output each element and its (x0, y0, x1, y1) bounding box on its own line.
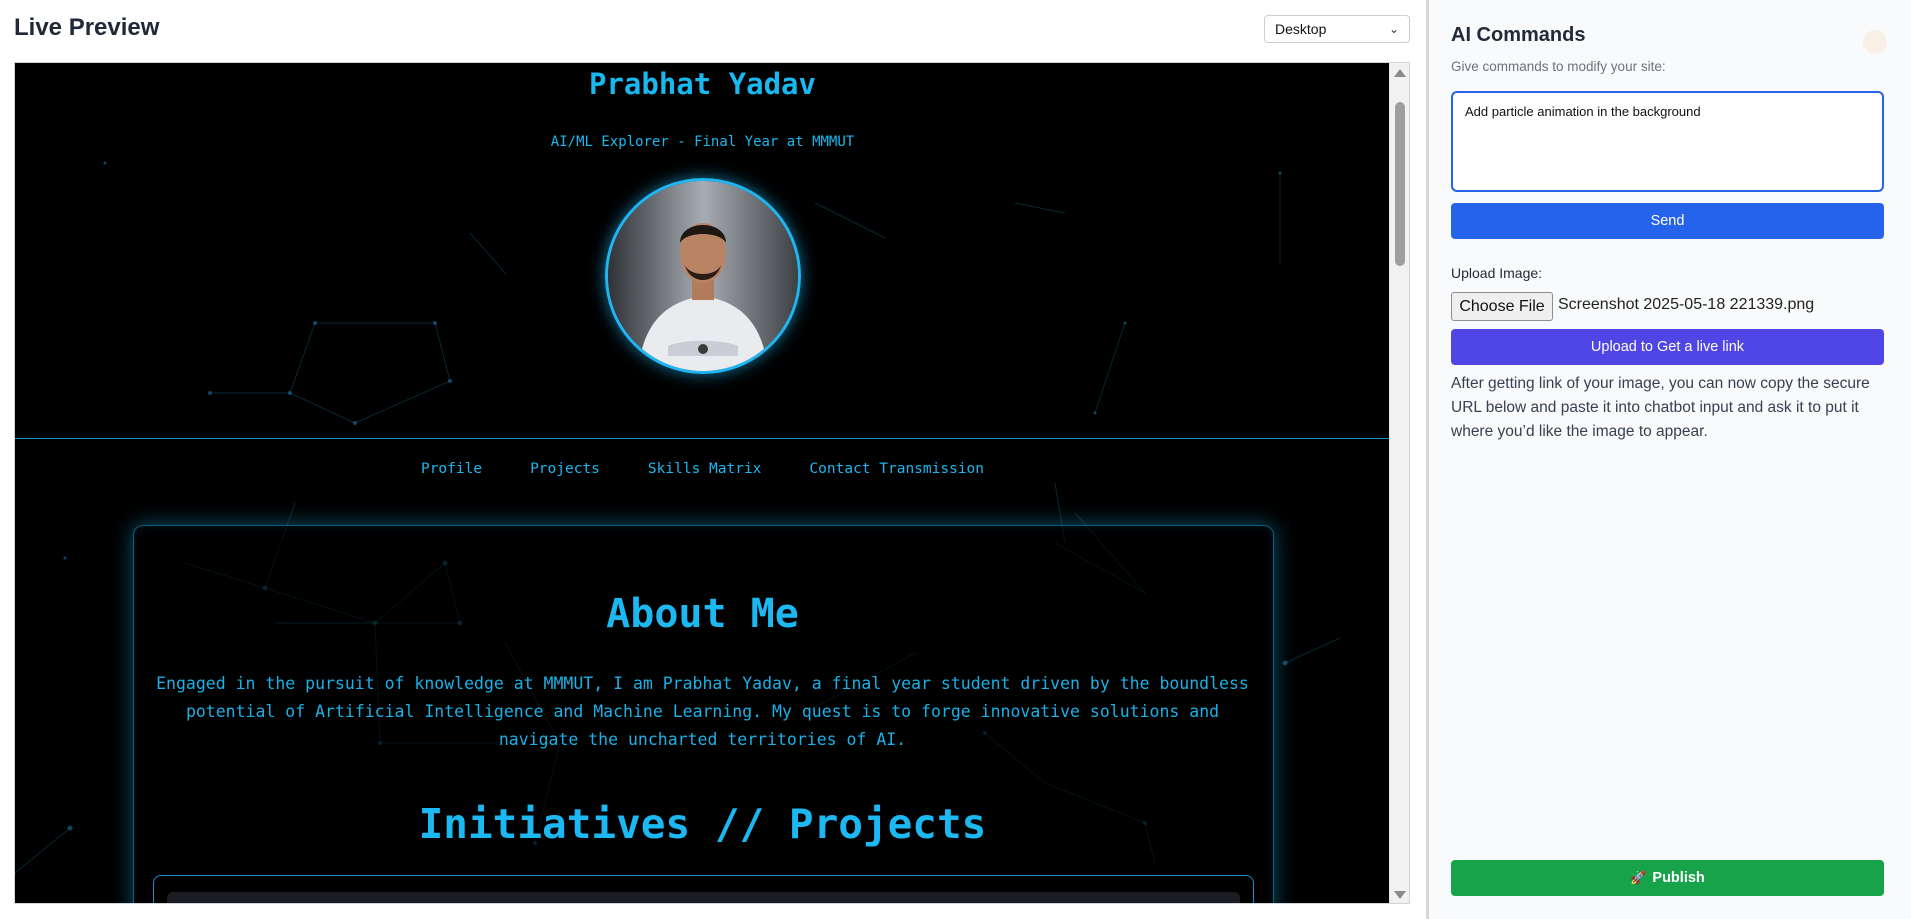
live-preview-panel: Live Preview Desktop ⌄ Prabhat Yadav AI/… (0, 0, 1426, 919)
chevron-down-icon: ⌄ (1388, 22, 1399, 36)
preview-title: Live Preview (14, 14, 160, 41)
rocket-icon: 🚀 (1630, 870, 1647, 885)
header-divider (15, 438, 1390, 439)
selected-file-name: Screenshot 2025-05-18 221339.png (1558, 296, 1815, 313)
profile-photo (605, 178, 801, 374)
about-heading: About Me (606, 591, 799, 637)
nav-link-skills-matrix[interactable]: Skills Matrix (648, 461, 762, 477)
nav-link-contact-transmission[interactable]: Contact Transmission (809, 461, 984, 477)
project-card-content (167, 892, 1240, 903)
send-button[interactable]: Send (1451, 203, 1884, 239)
device-select[interactable]: Desktop ⌄ (1264, 15, 1410, 43)
scroll-up-arrow-icon[interactable] (1394, 69, 1406, 77)
about-text: Engaged in the pursuit of knowledge at M… (156, 674, 1249, 749)
device-select-value: Desktop (1275, 21, 1327, 37)
publish-button[interactable]: 🚀 Publish (1451, 860, 1884, 896)
preview-frame[interactable]: Prabhat Yadav AI/ML Explorer - Final Yea… (14, 62, 1410, 904)
ai-commands-panel: AI Commands Give commands to modify your… (1429, 0, 1911, 919)
publish-label: Publish (1652, 870, 1705, 886)
scroll-down-arrow-icon[interactable] (1394, 891, 1406, 899)
site-preview: Prabhat Yadav AI/ML Explorer - Final Yea… (15, 63, 1390, 903)
site-name-heading: Prabhat Yadav (589, 67, 816, 101)
upload-image-label: Upload Image: (1451, 265, 1543, 281)
upload-live-link-button[interactable]: Upload to Get a live link (1451, 329, 1884, 365)
projects-heading: Initiatives // Projects (418, 800, 987, 848)
site-subtitle: AI/ML Explorer - Final Year at MMMUT (550, 134, 855, 150)
upload-instructions: After getting link of your image, you ca… (1451, 375, 1870, 440)
command-input[interactable]: Add particle animation in the background (1451, 91, 1884, 192)
preview-scrollbar[interactable] (1389, 63, 1409, 903)
ai-commands-title: AI Commands (1451, 24, 1586, 46)
site-nav: Profile Projects Skills Matrix Contact T… (15, 461, 1390, 477)
nav-link-projects[interactable]: Projects (530, 461, 600, 477)
nav-link-profile[interactable]: Profile (421, 461, 482, 477)
choose-file-button[interactable]: Choose File (1451, 292, 1553, 321)
decorative-dot (1863, 30, 1887, 54)
ai-commands-hint: Give commands to modify your site: (1451, 59, 1666, 74)
scrollbar-thumb[interactable] (1395, 102, 1405, 266)
